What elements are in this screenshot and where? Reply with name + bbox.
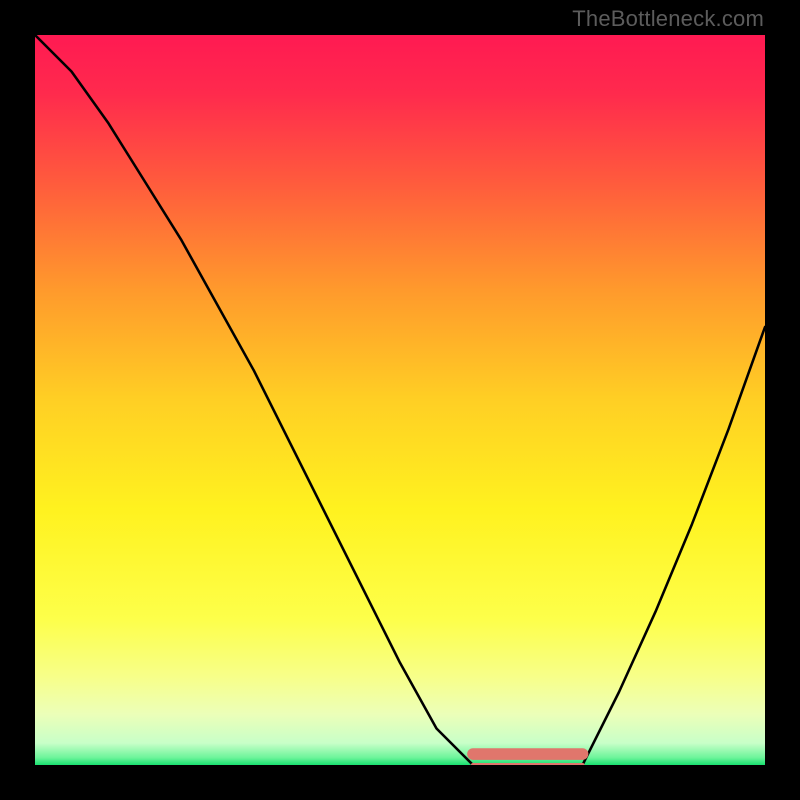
chart-frame: TheBottleneck.com <box>0 0 800 800</box>
right-ascending-curve <box>583 327 766 765</box>
curve-layer <box>35 35 765 765</box>
attribution-label: TheBottleneck.com <box>572 6 764 32</box>
left-descending-curve <box>35 35 473 765</box>
plot-area <box>35 35 765 765</box>
